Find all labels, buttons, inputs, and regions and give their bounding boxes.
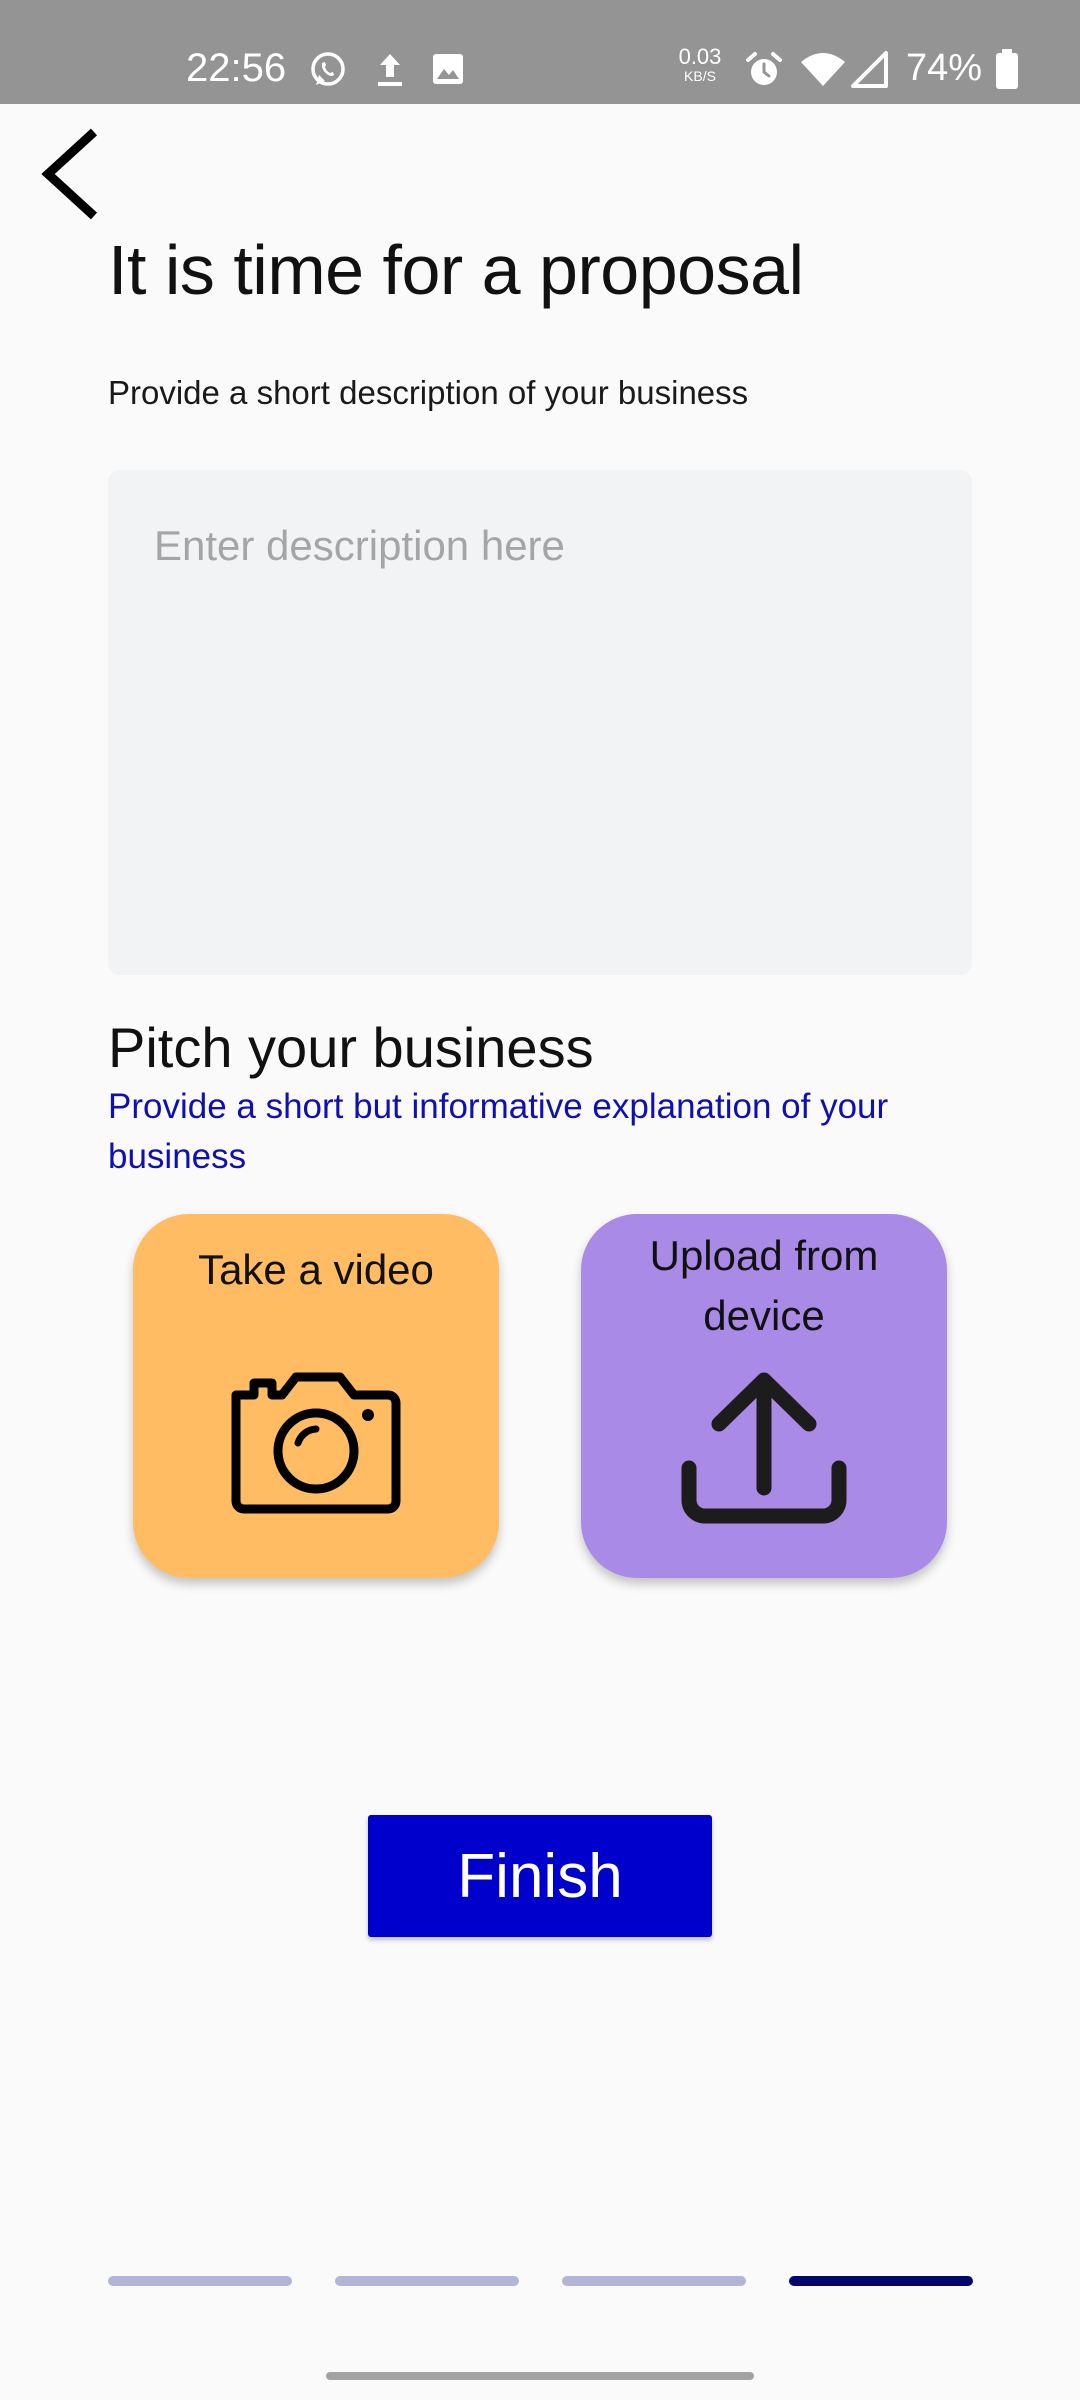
description-label: Provide a short description of your busi… [108,374,749,411]
camera-icon [231,1372,401,1514]
battery-percent: 74% [906,47,983,89]
alarm-icon [746,52,782,85]
take-video-label: Take a video [198,1246,434,1293]
image-icon [433,54,463,84]
progress-step [335,2276,519,2286]
status-bar: 22:56 0.03 KB/S 74% [0,0,1080,104]
network-speed: 0.03 KB/S [674,44,726,84]
take-video-button[interactable]: Take a video [133,1214,499,1578]
upload-icon [378,54,402,86]
chevron-left-icon [41,128,98,220]
network-speed-unit: KB/S [684,68,716,84]
network-speed-value: 0.03 [678,44,722,69]
progress-step [562,2276,746,2286]
whatsapp-icon [311,52,345,86]
upload-from-device-button[interactable]: Upload from device [581,1214,947,1578]
battery-icon [996,49,1018,89]
upload-icon [681,1372,847,1524]
back-button[interactable] [34,122,110,226]
pitch-subtitle: Provide a short but informative explanat… [108,1087,889,1176]
page-title: It is time for a proposal [108,231,804,309]
finish-button[interactable]: Finish [368,1815,712,1937]
pitch-title: Pitch your business [108,1016,594,1079]
progress-step [108,2276,292,2286]
progress-step-current [789,2276,973,2286]
cell-signal-icon [851,51,888,88]
home-indicator[interactable] [326,2372,754,2380]
wifi-icon [801,53,845,86]
status-time: 22:56 [186,46,287,90]
upload-from-device-label: Upload from device [649,1232,879,1339]
description-input[interactable] [108,470,972,975]
